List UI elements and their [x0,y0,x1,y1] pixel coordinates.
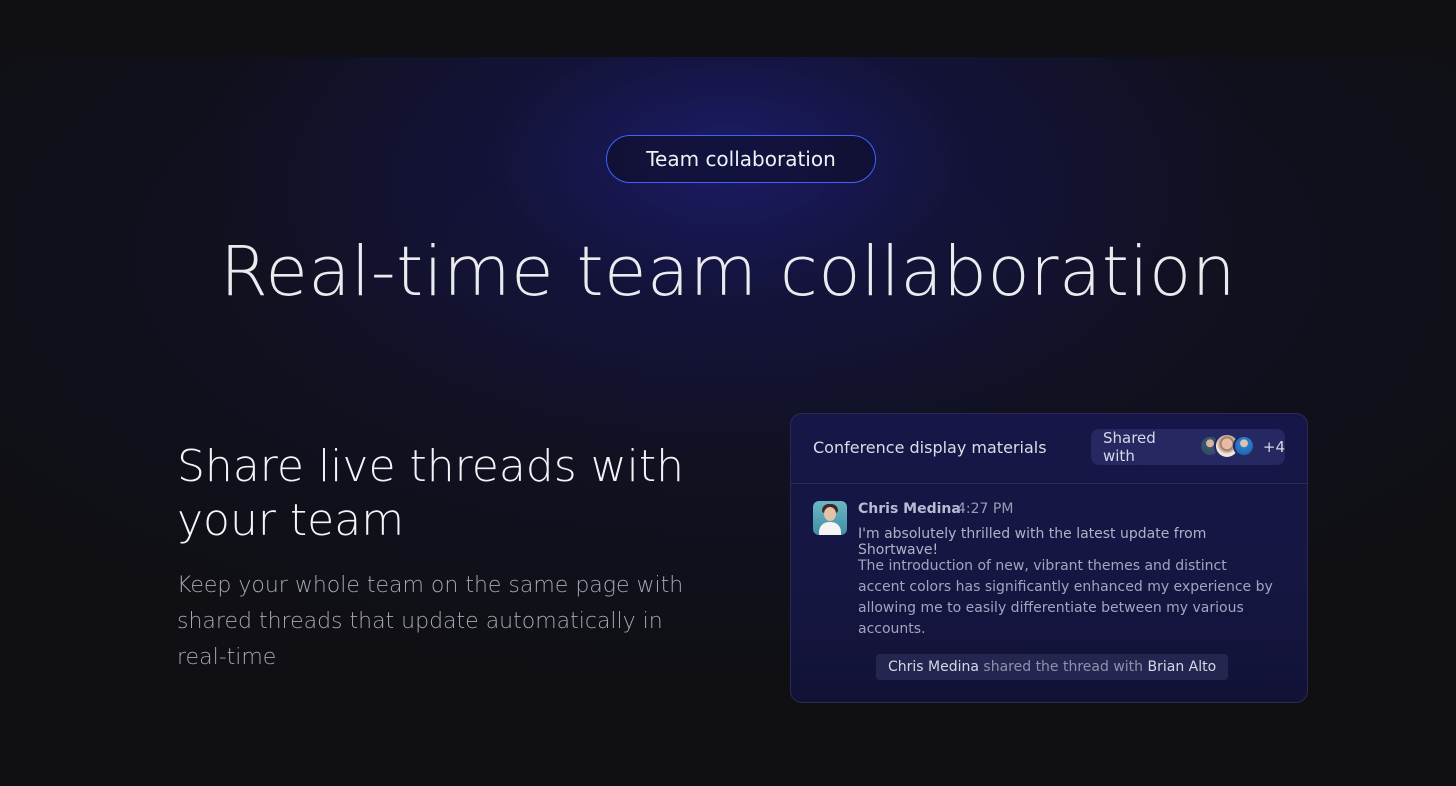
message-author[interactable]: Chris Medina [858,501,961,517]
message-body: The introduction of new, vibrant themes … [858,558,1273,637]
shared-with-button[interactable]: Shared with +4 [1091,429,1285,465]
shared-with-label: Shared with [1103,429,1156,465]
feature-description: Keep your whole team on the same page wi… [177,573,684,670]
badge-label: Team collaboration [646,147,836,171]
hero-title: Real-time team collaboration [219,232,1237,312]
share-activity-note: Chris Medina shared the thread with Bria… [876,654,1229,680]
team-collaboration-badge[interactable]: Team collaboration [606,135,876,183]
feature-heading: Share live threads with your team [177,441,684,546]
shared-avatars [1198,433,1255,459]
thread-card-header: Conference display materials Shared with… [791,414,1307,484]
thread-card: Conference display materials Shared with… [790,413,1308,703]
avatar[interactable] [813,501,847,535]
share-target: Brian Alto [1147,659,1217,675]
thread-title: Conference display materials [813,438,1047,457]
shared-extra-count: +4 [1262,438,1285,456]
avatar-person [1232,435,1255,457]
message-time: 4:27 PM [957,501,1014,517]
share-actor: Chris Medina [888,659,979,675]
message-first-line: I'm absolutely thrilled with the latest … [858,526,1207,558]
share-action: shared the thread with [978,659,1148,675]
